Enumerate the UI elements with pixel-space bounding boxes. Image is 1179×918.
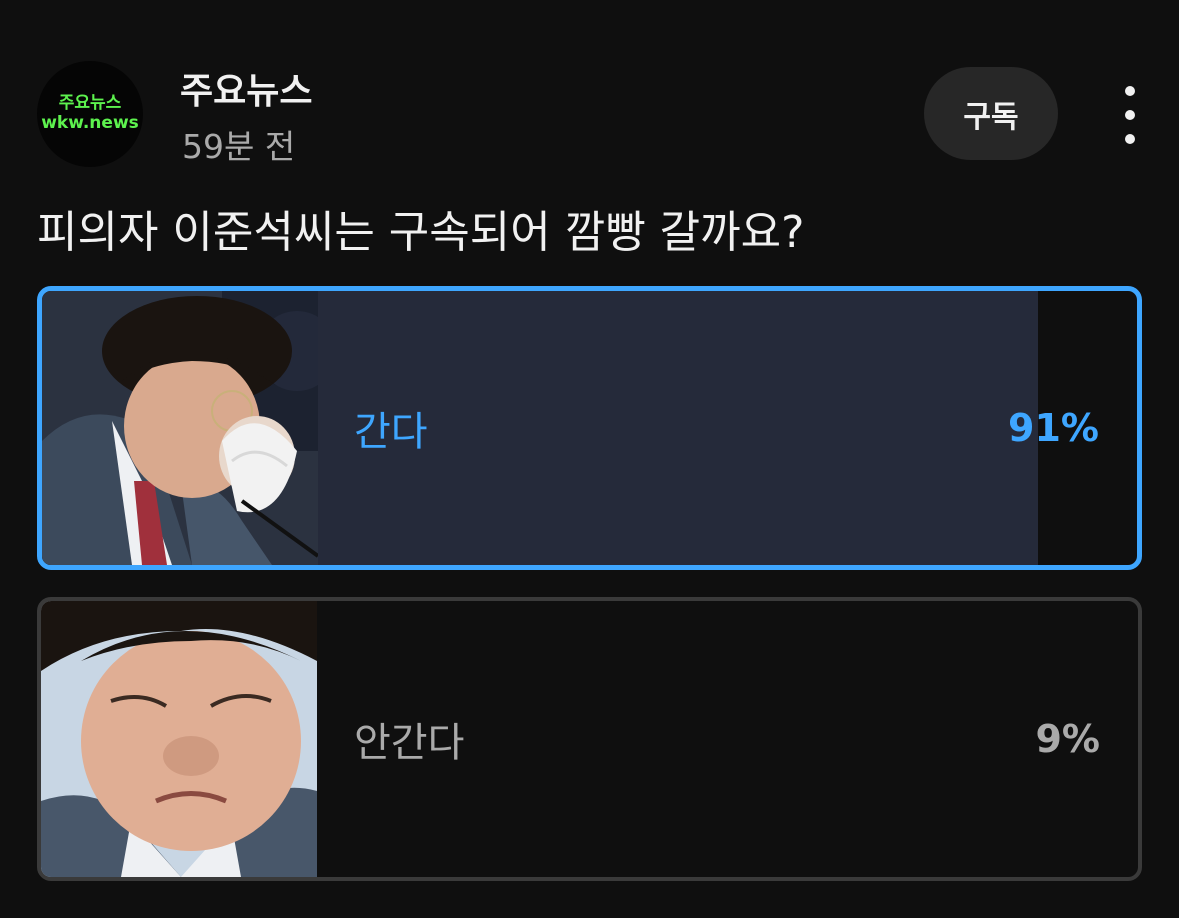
poll-option-go[interactable]: 간다 91% — [37, 286, 1142, 570]
poll-post: 주요뉴스 wkw.news 주요뉴스 59분 전 구독 피의자 이준석씨는 구속… — [0, 0, 1179, 918]
poll-question: 피의자 이준석씨는 구속되어 깜빵 갈까요? — [37, 207, 805, 258]
more-vert-icon[interactable] — [1108, 86, 1152, 144]
avatar-text-line1: 주요뉴스 — [58, 93, 122, 114]
man-wiping-face-photo — [42, 291, 318, 565]
more-dot — [1125, 110, 1135, 120]
post-time: 59분 전 — [182, 127, 296, 166]
subscribe-button[interactable]: 구독 — [924, 67, 1058, 160]
poll-option-percent: 91% — [1008, 406, 1099, 450]
poll-option-not-go[interactable]: 안간다 9% — [37, 597, 1142, 881]
channel-name[interactable]: 주요뉴스 — [180, 62, 312, 114]
channel-avatar[interactable]: 주요뉴스 wkw.news — [37, 61, 143, 167]
poll-option-image — [41, 601, 317, 877]
poll-option-label: 간다 — [354, 409, 428, 455]
more-dot — [1125, 134, 1135, 144]
poll-option-percent: 9% — [1035, 717, 1100, 761]
avatar-text-line2: wkw.news — [41, 113, 139, 133]
poll-option-image — [42, 291, 318, 565]
poll-option-label: 안간다 — [354, 720, 465, 766]
man-grimacing-photo — [41, 601, 317, 877]
more-dot — [1125, 86, 1135, 96]
